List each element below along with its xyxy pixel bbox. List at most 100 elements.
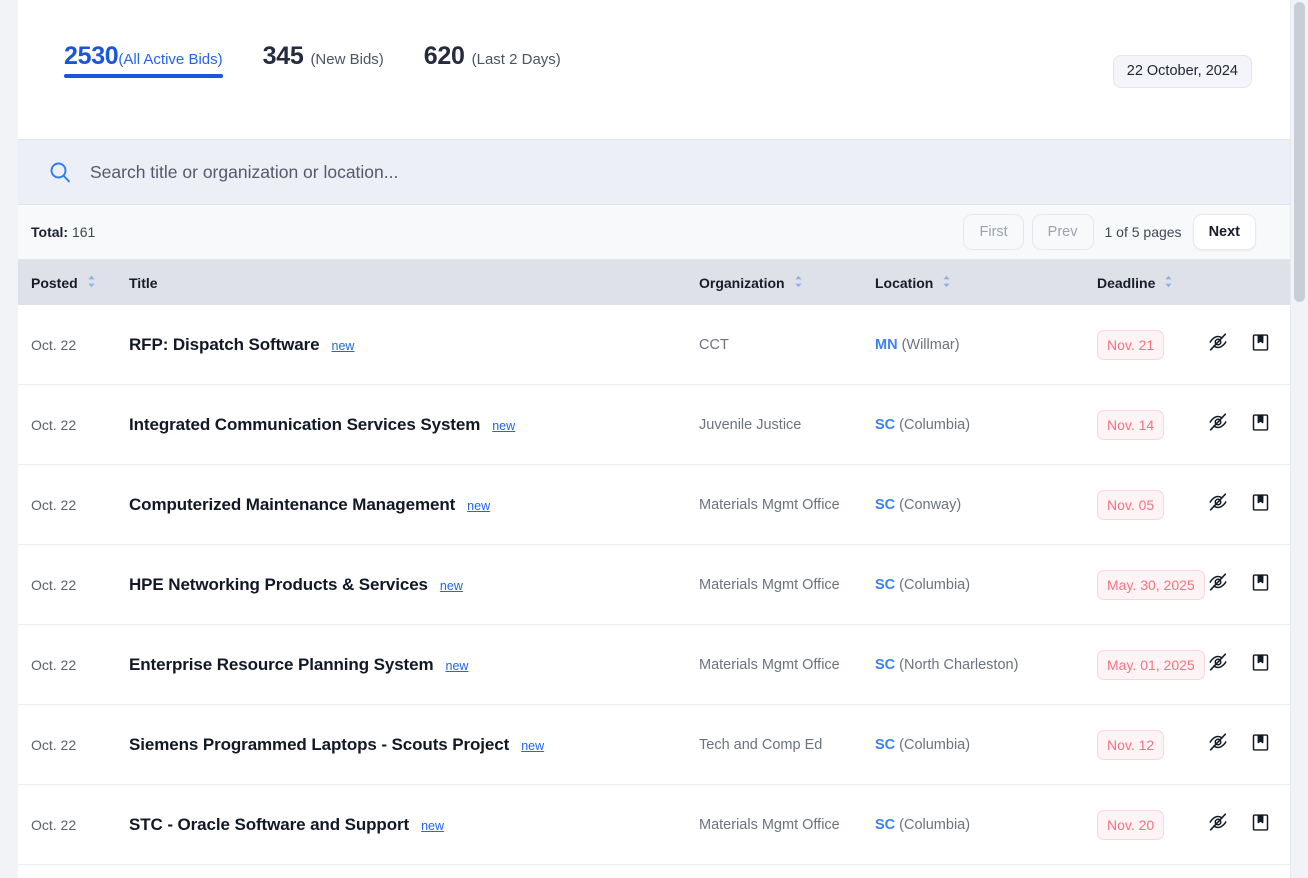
eye-off-icon[interactable] <box>1207 331 1229 358</box>
column-header-organization-label: Organization <box>699 274 785 291</box>
bookmark-icon[interactable] <box>1250 572 1271 598</box>
column-header-deadline[interactable]: Deadline <box>1097 275 1207 291</box>
eye-off-icon[interactable] <box>1207 651 1229 678</box>
cell-organization: Materials Mgmt Office <box>699 496 840 513</box>
deadline-badge: Nov. 14 <box>1097 409 1165 440</box>
tab-new-bids[interactable]: 345 (New Bids) <box>263 42 384 91</box>
page-scrollbar[interactable] <box>1290 0 1308 878</box>
eye-off-icon[interactable] <box>1207 571 1229 598</box>
sort-icon[interactable] <box>1164 275 1173 291</box>
cell-actions <box>1207 811 1287 838</box>
location-city: (Columbia) <box>899 736 971 753</box>
page-indicator: 1 of 5 pages <box>1104 224 1182 240</box>
bid-listing-page: 2530 (All Active Bids) 345 (New Bids) 62… <box>0 0 1308 878</box>
cell-title: Enterprise Resource Planning System new <box>129 655 699 675</box>
sort-icon[interactable] <box>942 275 951 291</box>
bookmark-icon[interactable] <box>1250 332 1271 358</box>
table-row[interactable]: Oct. 22 RFP: Dispatch Software new CCT MN (Wi… <box>18 305 1290 385</box>
eye-off-icon[interactable] <box>1207 491 1229 518</box>
cell-title: HPE Networking Products & Services new <box>129 575 699 595</box>
bids-table-body: Oct. 22 RFP: Dispatch Software new CCT MN (Wi… <box>18 305 1290 865</box>
left-gutter <box>0 0 18 878</box>
cell-posted: Oct. 22 <box>31 416 77 433</box>
sort-icon[interactable] <box>794 275 803 291</box>
tab-all-active-bids[interactable]: 2530 (All Active Bids) <box>64 42 223 91</box>
column-header-posted[interactable]: Posted <box>18 275 129 291</box>
new-badge[interactable]: new <box>421 819 444 833</box>
location-city: (Columbia) <box>899 416 971 433</box>
eye-off-icon[interactable] <box>1207 811 1229 838</box>
bookmark-icon[interactable] <box>1250 812 1271 838</box>
total-label: Total: <box>31 224 69 240</box>
cell-deadline: Nov. 12 <box>1097 729 1207 760</box>
pager: First Prev 1 of 5 pages Next <box>963 214 1264 250</box>
tab-all-active-bids-count: 2530 <box>64 42 119 70</box>
cell-organization: Tech and Comp Ed <box>699 736 823 753</box>
eye-off-icon[interactable] <box>1207 731 1229 758</box>
cell-organization: Materials Mgmt Office <box>699 656 840 673</box>
new-badge[interactable]: new <box>440 579 463 593</box>
tabs-bar: 2530 (All Active Bids) 345 (New Bids) 62… <box>18 0 1290 139</box>
column-header-organization[interactable]: Organization <box>699 275 875 291</box>
first-page-button[interactable]: First <box>963 214 1024 250</box>
table-row[interactable]: Oct. 22 Enterprise Resource Planning Syst… <box>18 625 1290 705</box>
deadline-badge: May. 01, 2025 <box>1097 649 1205 680</box>
search-input[interactable] <box>90 161 730 183</box>
tab-last-2-days[interactable]: 620 (Last 2 Days) <box>424 42 561 91</box>
table-row[interactable]: Oct. 22 STC - Oracle Software and Support… <box>18 785 1290 865</box>
bid-title-link[interactable]: RFP: Dispatch Software <box>129 335 320 355</box>
column-header-title: Title <box>129 275 699 291</box>
cell-actions <box>1207 571 1287 598</box>
location-city: (Columbia) <box>899 576 971 593</box>
new-badge[interactable]: new <box>492 419 515 433</box>
bookmark-icon[interactable] <box>1250 732 1271 758</box>
current-date-badge: 22 October, 2024 <box>1112 55 1252 88</box>
next-page-button[interactable]: Next <box>1192 214 1256 250</box>
bid-filter-tabs: 2530 (All Active Bids) 345 (New Bids) 62… <box>18 42 601 91</box>
table-header: Posted Title Organization Location Deadl… <box>18 260 1290 305</box>
sort-icon[interactable] <box>87 275 96 291</box>
deadline-badge: May. 30, 2025 <box>1097 569 1205 600</box>
bookmark-icon[interactable] <box>1250 492 1271 518</box>
bookmark-icon[interactable] <box>1250 652 1271 678</box>
cell-actions <box>1207 731 1287 758</box>
scrollbar-thumb[interactable] <box>1294 2 1305 302</box>
bid-title-link[interactable]: Integrated Communication Services System <box>129 415 480 435</box>
new-badge[interactable]: new <box>332 339 355 353</box>
column-header-posted-label: Posted <box>31 274 78 291</box>
cell-organization: Juvenile Justice <box>699 416 802 433</box>
deadline-badge: Nov. 05 <box>1097 489 1165 520</box>
column-header-location-label: Location <box>875 274 934 291</box>
cell-title: RFP: Dispatch Software new <box>129 335 699 355</box>
cell-location: SC (Columbia) <box>875 577 1097 593</box>
cell-location: SC (Columbia) <box>875 817 1097 833</box>
cell-organization: CCT <box>699 336 729 353</box>
cell-location: SC (Columbia) <box>875 417 1097 433</box>
bid-title-link[interactable]: Enterprise Resource Planning System <box>129 655 434 675</box>
cell-deadline: May. 30, 2025 <box>1097 569 1207 600</box>
location-state: MN <box>875 336 898 353</box>
tab-new-bids-count: 345 <box>262 42 304 70</box>
eye-off-icon[interactable] <box>1207 411 1229 438</box>
table-row[interactable]: Oct. 22 Siemens Programmed Laptops - Scou… <box>18 705 1290 785</box>
bid-title-link[interactable]: Siemens Programmed Laptops - Scouts Proj… <box>129 735 509 755</box>
location-state: SC <box>875 576 896 593</box>
location-city: (Columbia) <box>899 816 971 833</box>
new-badge[interactable]: new <box>446 659 469 673</box>
total-value: 161 <box>71 224 96 240</box>
bid-title-link[interactable]: HPE Networking Products & Services <box>129 575 428 595</box>
column-header-location[interactable]: Location <box>875 275 1097 291</box>
cell-actions <box>1207 411 1287 438</box>
new-badge[interactable]: new <box>521 739 544 753</box>
bookmark-icon[interactable] <box>1250 412 1271 438</box>
table-row[interactable]: Oct. 22 Computerized Maintenance Manageme… <box>18 465 1290 545</box>
location-state: SC <box>875 736 896 753</box>
prev-page-button[interactable]: Prev <box>1031 214 1094 250</box>
search-icon <box>49 161 71 183</box>
table-row[interactable]: Oct. 22 Integrated Communication Services… <box>18 385 1290 465</box>
new-badge[interactable]: new <box>467 499 490 513</box>
bid-title-link[interactable]: STC - Oracle Software and Support <box>129 815 409 835</box>
table-row[interactable]: Oct. 22 HPE Networking Products & Service… <box>18 545 1290 625</box>
bid-title-link[interactable]: Computerized Maintenance Management <box>129 495 455 515</box>
cell-posted: Oct. 22 <box>31 816 77 833</box>
